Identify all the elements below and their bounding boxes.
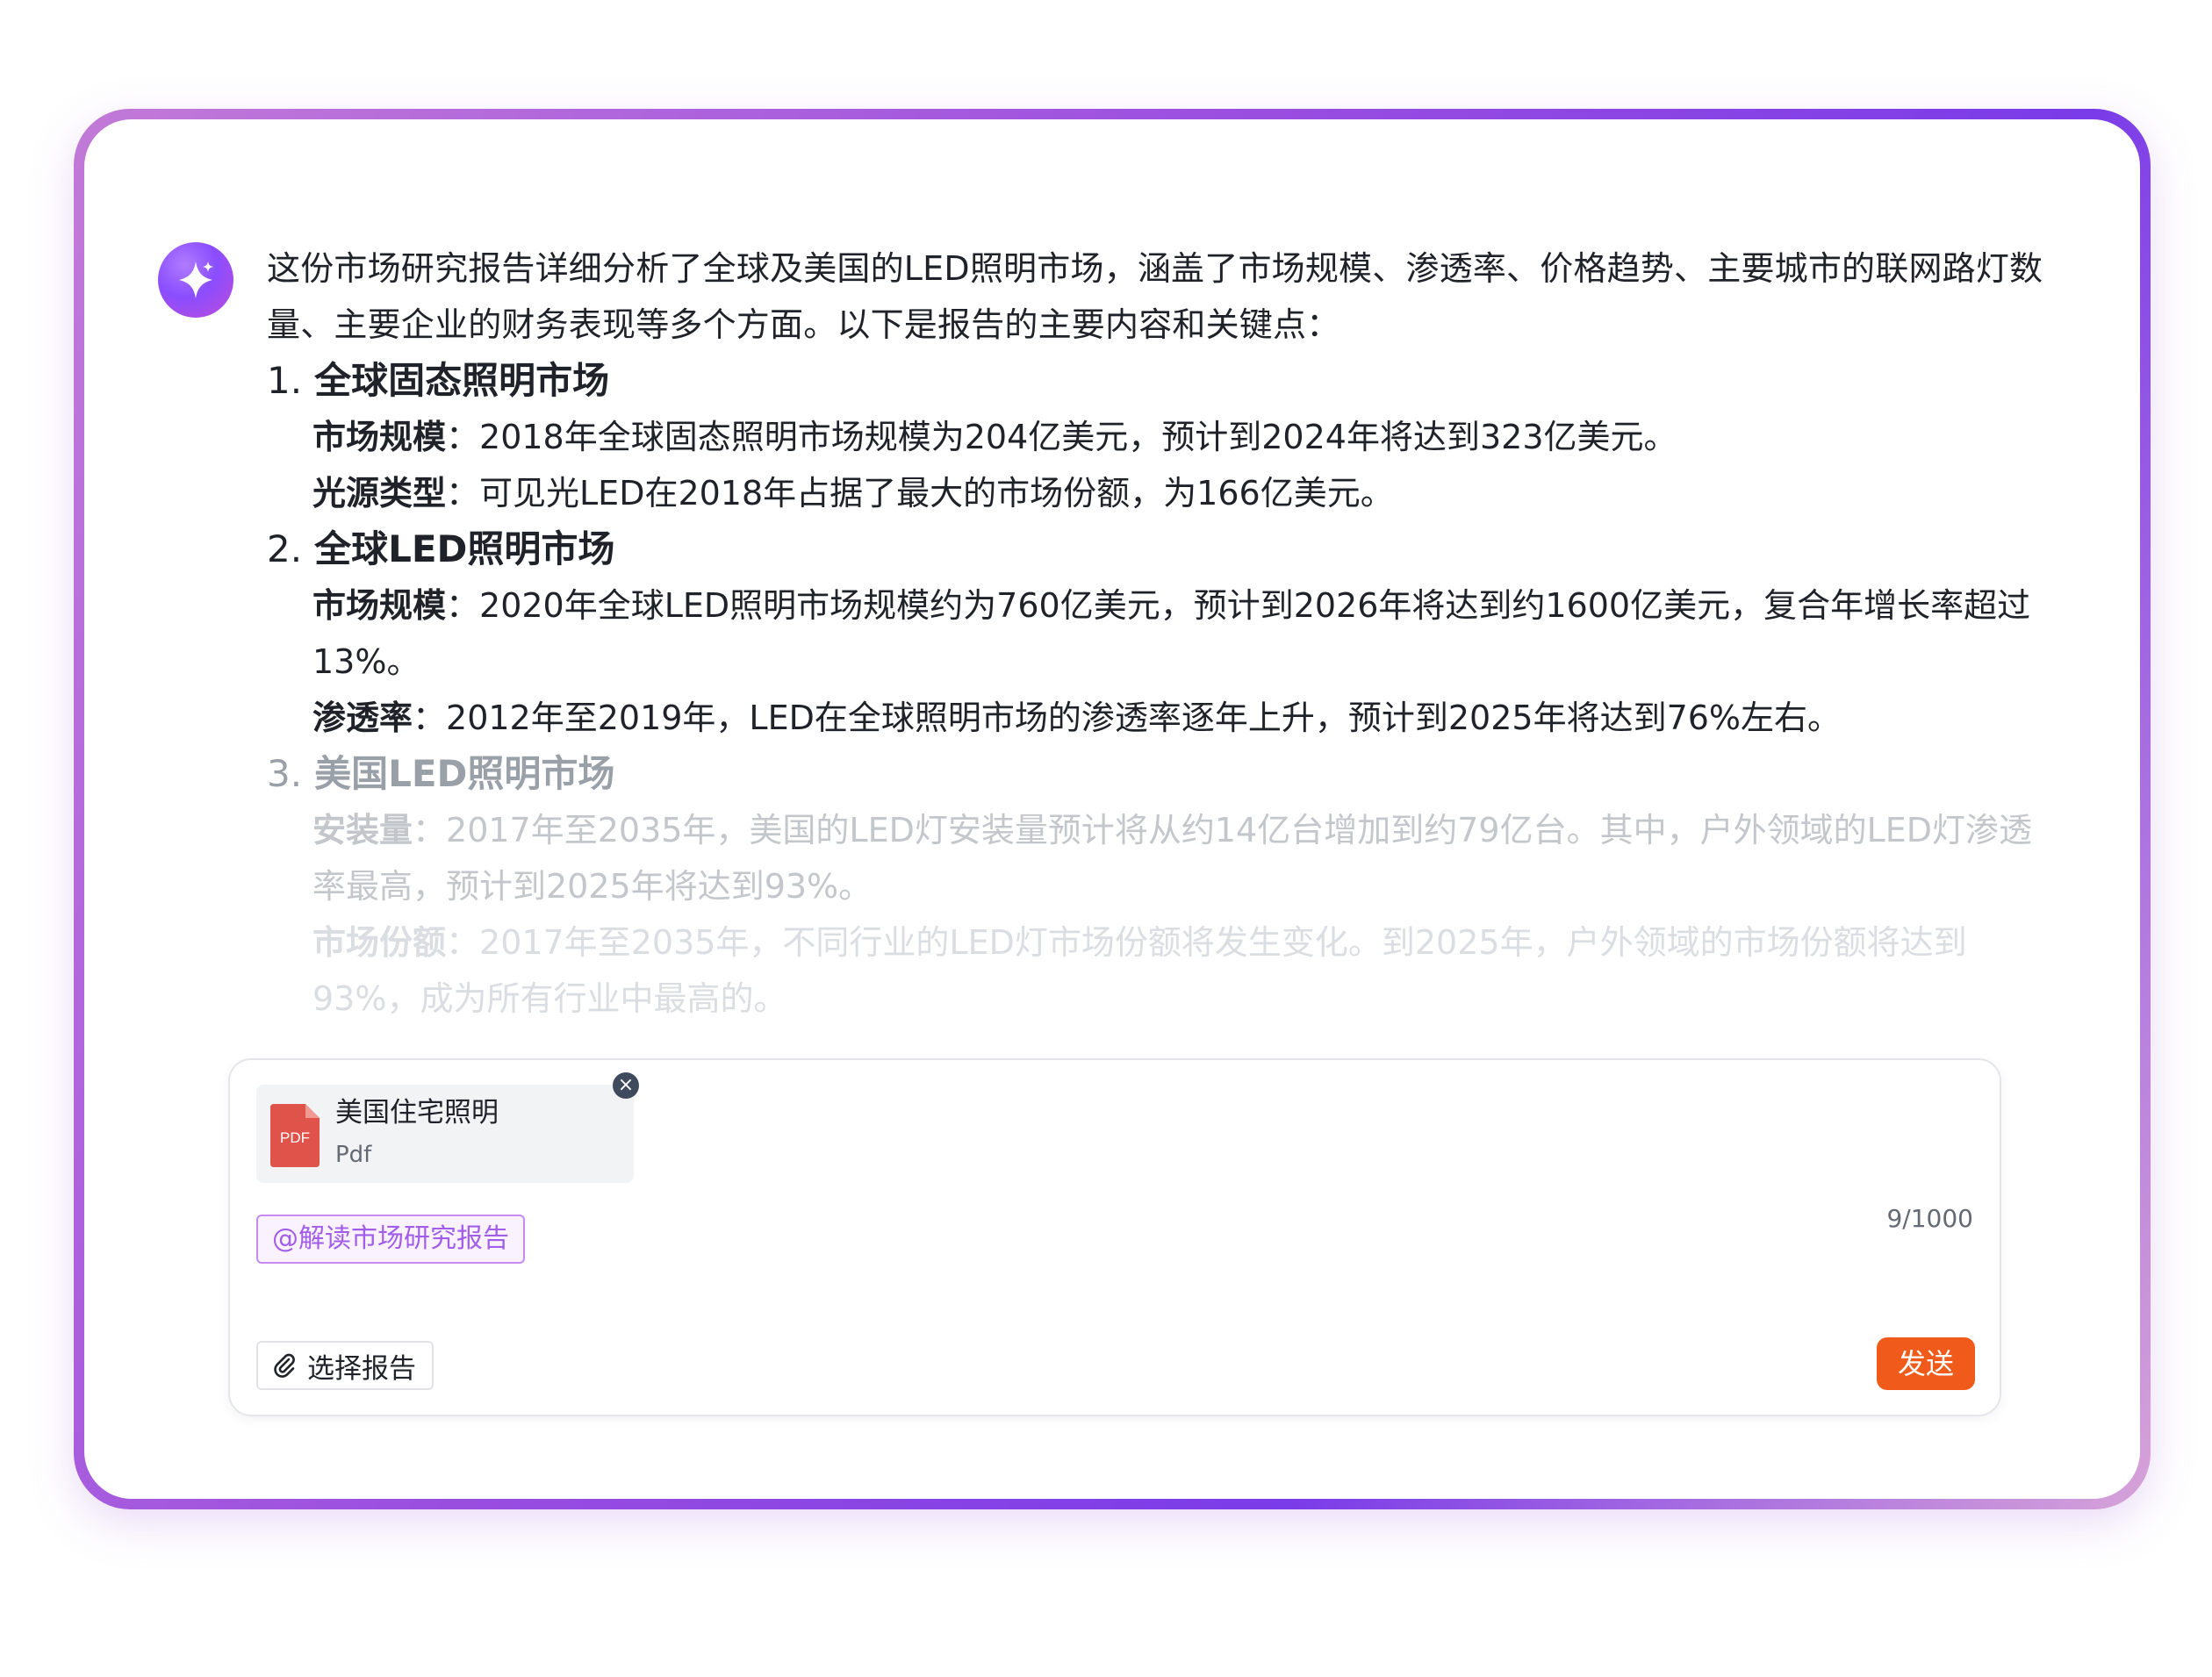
section-title: 2. 全球LED照明市场 bbox=[267, 527, 615, 570]
file-name: 美国住宅照明 bbox=[335, 1097, 499, 1129]
chat-card-frame: 这份市场研究报告详细分析了全球及美国的LED照明市场，涵盖了市场规模、渗透率、价… bbox=[74, 109, 2151, 1509]
section-title: 1. 全球固态照明市场 bbox=[267, 359, 610, 402]
select-report-label: 选择报告 bbox=[307, 1352, 416, 1385]
skill-tag[interactable]: @解读市场研究报告 bbox=[256, 1215, 525, 1264]
section-item: 市场份额：2017年至2035年，不同行业的LED灯市场份额将发生变化。到202… bbox=[312, 923, 1967, 1018]
section-title: 3. 美国LED照明市场 bbox=[267, 752, 615, 795]
section-3: 3. 美国LED照明市场 安装量：2017年至2035年，美国的LED灯安装量预计… bbox=[267, 746, 2058, 1027]
attached-file-chip[interactable]: PDF 美国住宅照明 Pdf bbox=[256, 1085, 634, 1183]
ai-avatar bbox=[158, 242, 233, 318]
section-item: 市场规模：2018年全球固态照明市场规模为204亿美元，预计到2024年将达到3… bbox=[312, 418, 1677, 456]
section-2: 2. 全球LED照明市场 市场规模：2020年全球LED照明市场规模约为760亿美… bbox=[267, 521, 2058, 746]
send-button[interactable]: 发送 bbox=[1877, 1337, 1975, 1390]
section-item: 市场规模：2020年全球LED照明市场规模约为760亿美元，预计到2026年将达… bbox=[312, 586, 2031, 681]
remove-file-close-icon[interactable]: × bbox=[613, 1072, 639, 1099]
select-report-button[interactable]: 选择报告 bbox=[256, 1341, 434, 1390]
chat-card: 这份市场研究报告详细分析了全球及美国的LED照明市场，涵盖了市场规模、渗透率、价… bbox=[84, 119, 2140, 1499]
section-item: 安装量：2017年至2035年，美国的LED灯安装量预计将从约14亿台增加到约7… bbox=[312, 811, 2033, 906]
section-item: 渗透率：2012年至2019年，LED在全球照明市场的渗透率逐年上升，预计到20… bbox=[312, 699, 1842, 737]
sparkle-icon bbox=[179, 262, 213, 298]
file-type: Pdf bbox=[335, 1142, 372, 1168]
pdf-file-icon: PDF bbox=[270, 1104, 320, 1167]
char-counter: 9/1000 bbox=[1886, 1204, 1973, 1233]
section-item: 光源类型：可见光LED在2018年占据了最大的市场份额，为166亿美元。 bbox=[312, 474, 1394, 512]
section-1: 1. 全球固态照明市场 市场规模：2018年全球固态照明市场规模为204亿美元，预… bbox=[267, 353, 2058, 521]
ai-message: 这份市场研究报告详细分析了全球及美国的LED照明市场，涵盖了市场规模、渗透率、价… bbox=[267, 240, 2058, 1027]
chat-input-box[interactable]: PDF 美国住宅照明 Pdf × @解读市场研究报告 9/1000 选择报告 发… bbox=[228, 1058, 2001, 1416]
paperclip-icon bbox=[274, 1353, 295, 1378]
pdf-icon-label: PDF bbox=[280, 1129, 310, 1146]
message-intro: 这份市场研究报告详细分析了全球及美国的LED照明市场，涵盖了市场规模、渗透率、价… bbox=[267, 249, 2043, 344]
